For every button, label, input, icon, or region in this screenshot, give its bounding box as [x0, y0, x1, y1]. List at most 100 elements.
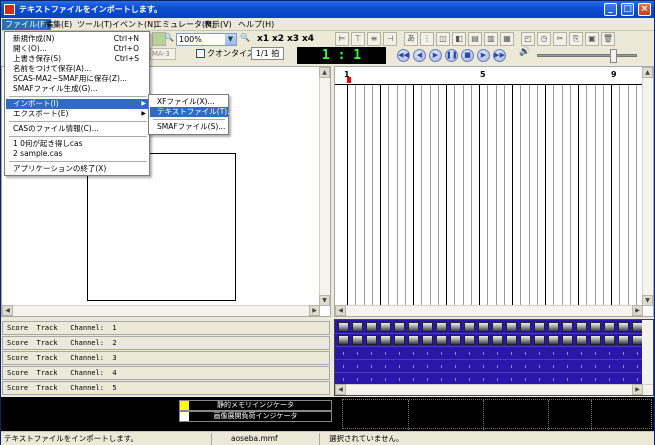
menu-item-export[interactable]: エクスポート(E) ▶	[6, 109, 149, 119]
measure-ruler[interactable]: 1 5 9	[335, 67, 643, 85]
track-block[interactable]	[338, 322, 349, 332]
track-block[interactable]	[464, 322, 475, 332]
scroll-left-icon[interactable]: ◀	[335, 384, 346, 395]
submenu-item-text[interactable]: テキストファイル(T)...	[150, 107, 234, 117]
piano-roll[interactable]: 1 5 9 ▲ ▼ ◀ ▶	[334, 66, 654, 317]
pause-icon[interactable]: ❚❚	[445, 49, 458, 62]
align-left-icon[interactable]: ⊨	[335, 32, 349, 46]
track-block[interactable]	[604, 322, 615, 332]
align-up-icon[interactable]: ⊤	[351, 32, 365, 46]
track-block[interactable]	[590, 322, 601, 332]
track-block[interactable]	[436, 322, 447, 332]
scroll-left-icon[interactable]: ◀	[335, 305, 346, 316]
track-block[interactable]	[366, 322, 377, 332]
prev-icon[interactable]: ◀	[413, 49, 426, 62]
stop-icon[interactable]: ■	[461, 49, 474, 62]
track-block[interactable]	[408, 335, 419, 345]
next-icon[interactable]: ▶	[477, 49, 490, 62]
menu-item-new[interactable]: 新規作成(N) Ctrl+N	[6, 34, 149, 44]
track-block[interactable]	[352, 335, 363, 345]
menu-item-save-as[interactable]: 名前をつけて保存(A)...	[6, 64, 149, 74]
timeline-lane[interactable]	[335, 320, 643, 334]
close-button[interactable]: ×	[638, 3, 651, 16]
copy-icon[interactable]: ⎘	[569, 32, 583, 46]
cut-icon[interactable]: ✂	[553, 32, 567, 46]
playhead-marker-icon[interactable]	[347, 77, 351, 83]
track-block[interactable]	[478, 322, 489, 332]
quantize-checkbox[interactable]	[196, 49, 205, 58]
scroll-up-icon[interactable]: ▲	[319, 67, 330, 78]
tool-e-icon[interactable]: ▤	[468, 32, 482, 46]
track-block[interactable]	[380, 335, 391, 345]
minimize-button[interactable]: _	[604, 3, 617, 16]
track-block[interactable]	[534, 322, 545, 332]
x2-button[interactable]: x2	[272, 33, 284, 46]
roll-vertical-scrollbar[interactable]: ▲ ▼	[642, 67, 653, 306]
track-block[interactable]	[562, 335, 573, 345]
track-block[interactable]	[450, 335, 461, 345]
track-block[interactable]	[492, 335, 503, 345]
timeline-lane[interactable]	[335, 359, 643, 373]
timeline-lane[interactable]	[335, 346, 643, 360]
roll-horizontal-scrollbar[interactable]: ◀ ▶	[335, 305, 643, 316]
track-block[interactable]	[422, 322, 433, 332]
play-icon[interactable]: ▶	[429, 49, 442, 62]
x3-button[interactable]: x3	[287, 33, 299, 46]
track-block[interactable]	[618, 322, 629, 332]
tool-c-icon[interactable]: ◫	[436, 32, 450, 46]
menu-item-import[interactable]: インポート(I) ▶	[6, 99, 149, 109]
menu-item-recent-1[interactable]: 1 0何が起き得しcas	[6, 139, 149, 149]
clock-icon[interactable]: ◷	[537, 32, 551, 46]
scroll-left-icon[interactable]: ◀	[2, 305, 13, 316]
timeline-horizontal-scrollbar[interactable]: ◀ ▶	[335, 384, 653, 395]
volume-slider-knob[interactable]	[610, 49, 617, 63]
track-block[interactable]	[520, 322, 531, 332]
track-timeline[interactable]: ◀ ▶	[334, 319, 654, 396]
tool-g-icon[interactable]: ▦	[500, 32, 514, 46]
menu-help[interactable]: ヘルプ(H)	[235, 19, 277, 30]
menu-edit[interactable]: 編集(E)	[42, 19, 75, 30]
menu-item-exit[interactable]: アプリケーションの終了(X)	[6, 164, 149, 174]
note-grid[interactable]	[335, 85, 643, 306]
track-block[interactable]	[394, 335, 405, 345]
x4-button[interactable]: x4	[302, 33, 314, 46]
track-block[interactable]	[590, 335, 601, 345]
track-block[interactable]	[604, 335, 615, 345]
align-center-icon[interactable]: ≡	[367, 32, 381, 46]
track-row[interactable]: Score Track Channel: 1	[2, 321, 330, 335]
delete-icon[interactable]: 🗑	[601, 32, 615, 46]
scroll-right-icon[interactable]: ▶	[632, 384, 643, 395]
timeline-lane[interactable]	[335, 333, 643, 347]
scroll-right-icon[interactable]: ▶	[632, 305, 643, 316]
menu-item-cas-info[interactable]: CASのファイル情報(C)...	[6, 124, 149, 134]
zoom-select[interactable]: 100% ▼	[176, 33, 237, 46]
track-block[interactable]	[492, 322, 503, 332]
menu-item-generate-smaf[interactable]: SMAFファイル生成(G)...	[6, 84, 149, 94]
track-block[interactable]	[506, 322, 517, 332]
volume-slider[interactable]	[537, 49, 637, 63]
tool-a-icon[interactable]: あ	[404, 32, 418, 46]
zoom-out-icon[interactable]: 🔍	[238, 32, 252, 46]
track-block[interactable]	[338, 335, 349, 345]
zoom-in-icon[interactable]: 🔍	[162, 32, 176, 46]
track-block[interactable]	[394, 322, 405, 332]
submenu-item-xf[interactable]: XFファイル(X)...	[150, 97, 228, 107]
track-block[interactable]	[520, 335, 531, 345]
menu-item-save[interactable]: 上書き保存(S) Ctrl+S	[6, 54, 149, 64]
track-block[interactable]	[562, 322, 573, 332]
tool-f-icon[interactable]: ▥	[484, 32, 498, 46]
track-block[interactable]	[380, 322, 391, 332]
scroll-up-icon[interactable]: ▲	[642, 67, 653, 78]
align-right-icon[interactable]: ⊣	[383, 32, 397, 46]
track-block[interactable]	[352, 322, 363, 332]
track-block[interactable]	[548, 335, 559, 345]
track-block[interactable]	[576, 335, 587, 345]
scroll-right-icon[interactable]: ▶	[309, 305, 320, 316]
forward-icon[interactable]: ▶▶	[493, 49, 506, 62]
menu-item-save-smaf[interactable]: SCAS-MA2~SMAF用に保存(Z)...	[6, 74, 149, 84]
track-block[interactable]	[576, 322, 587, 332]
track-block[interactable]	[548, 322, 559, 332]
scroll-down-icon[interactable]: ▼	[319, 295, 330, 306]
track-row[interactable]: Score Track Channel: 3	[2, 351, 330, 365]
track-block[interactable]	[408, 322, 419, 332]
